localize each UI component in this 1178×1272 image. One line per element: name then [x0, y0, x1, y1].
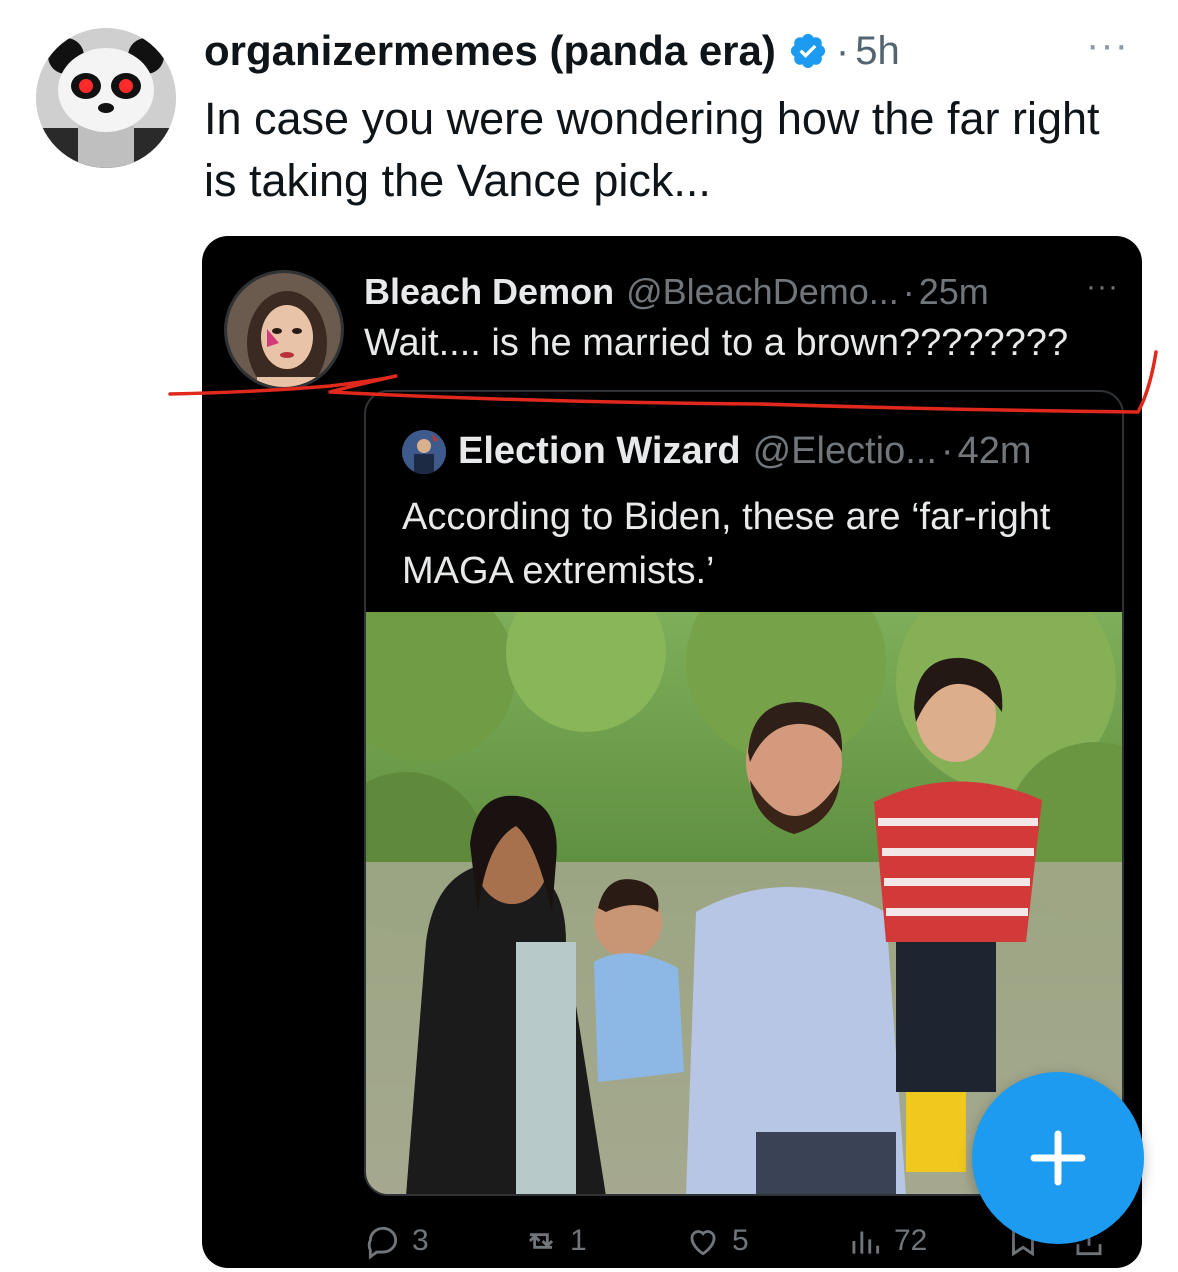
reply-more-icon: ···: [1086, 270, 1119, 303]
separator-dot: ·: [835, 28, 850, 73]
like-count: 5: [732, 1224, 749, 1257]
quoted-text: According to Biden, these are ‘far-right…: [402, 496, 1051, 592]
verified-badge-icon[interactable]: [788, 31, 828, 71]
views-action: 72: [846, 1216, 927, 1266]
quoted-author-name: Election Wizard: [458, 429, 741, 472]
quoted-header: Election Wizard @Electio... · 42m: [458, 428, 1031, 474]
reply-icon: [367, 1226, 398, 1260]
like-action: 5: [684, 1216, 749, 1266]
compose-plus-icon: [1030, 1130, 1086, 1186]
separator-dot: ·: [902, 271, 915, 312]
tweet-header: organizermemes (panda era) · 5h: [204, 26, 900, 76]
tweet-time[interactable]: 5h: [855, 29, 900, 74]
quoted-time: 42m: [957, 429, 1032, 472]
like-icon: [690, 1230, 716, 1256]
reply-author-name: Bleach Demon: [364, 271, 615, 312]
quoted-author-handle: @Electio...: [752, 429, 937, 472]
reply-author-handle: @BleachDemo...: [626, 271, 899, 312]
quoted-author-avatar: [402, 430, 446, 474]
separator-dot: ·: [940, 429, 954, 472]
views-icon: [852, 1231, 880, 1254]
compose-button[interactable]: [972, 1072, 1144, 1244]
repost-action: 1: [522, 1216, 587, 1266]
author-name[interactable]: organizermemes (panda era): [204, 27, 776, 75]
quoted-tweet: Election Wizard @Electio... · 42m Accord…: [364, 390, 1124, 1196]
reply-header: Bleach Demon @BleachDemo... · 25m: [364, 270, 989, 314]
reply-count: 3: [412, 1224, 429, 1257]
repost-count: 1: [570, 1224, 587, 1257]
repost-icon: [528, 1233, 554, 1249]
more-icon[interactable]: ···: [1086, 25, 1129, 65]
tweet-text: In case you were wondering how the far r…: [204, 93, 1100, 206]
reply-action: 3: [364, 1216, 429, 1266]
reply-text: Wait.... is he married to a brown???????…: [364, 322, 1069, 364]
reply-time: 25m: [918, 271, 989, 312]
author-avatar[interactable]: [36, 28, 176, 168]
views-count: 72: [894, 1224, 928, 1257]
reply-author-avatar: [224, 270, 344, 390]
